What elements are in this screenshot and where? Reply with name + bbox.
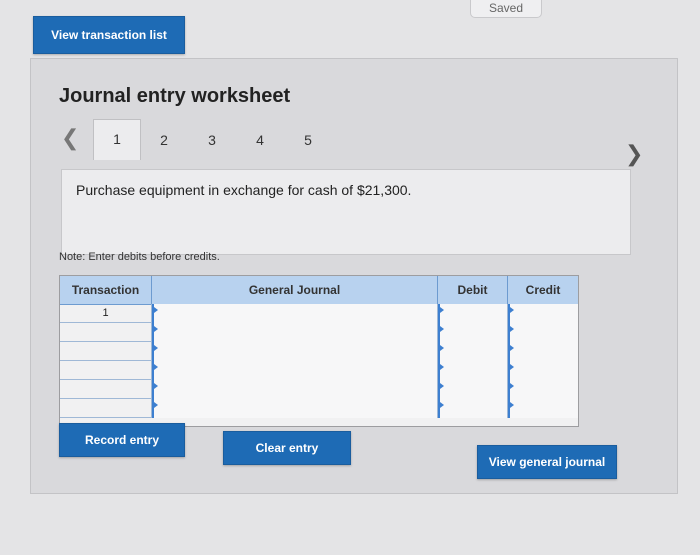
header-general-journal: General Journal [152, 276, 438, 304]
table-row [60, 323, 578, 342]
credit-input[interactable] [508, 342, 578, 361]
table-row [60, 342, 578, 361]
transaction-number-cell [60, 380, 152, 399]
dropdown-indicator-icon [154, 364, 158, 370]
header-transaction: Transaction [60, 276, 152, 304]
table-row [60, 380, 578, 399]
debit-input[interactable] [438, 304, 508, 323]
table-row [60, 399, 578, 418]
entry-note: Note: Enter debits before credits. [59, 251, 220, 263]
pager-tab-1[interactable]: 1 [93, 119, 141, 160]
dropdown-indicator-icon [510, 326, 514, 332]
transaction-description-box: Purchase equipment in exchange for cash … [61, 169, 631, 255]
view-transaction-list-button[interactable]: View transaction list [33, 16, 185, 54]
table-row [60, 361, 578, 380]
pager-tab-3[interactable]: 3 [189, 121, 235, 159]
general-journal-table: Transaction General Journal Debit Credit… [59, 275, 579, 427]
transaction-number-cell: 1 [60, 304, 152, 323]
dropdown-indicator-icon [510, 402, 514, 408]
transaction-description: Purchase equipment in exchange for cash … [76, 182, 412, 198]
debit-input[interactable] [438, 342, 508, 361]
pager-tab-4[interactable]: 4 [237, 121, 283, 159]
debit-input[interactable] [438, 323, 508, 342]
chevron-left-icon[interactable]: ❮ [61, 125, 79, 151]
transaction-number-cell [60, 323, 152, 342]
saved-status-badge: Saved [470, 0, 542, 18]
credit-input[interactable] [508, 399, 578, 418]
dropdown-indicator-icon [440, 345, 444, 351]
credit-input[interactable] [508, 304, 578, 323]
dropdown-indicator-icon [440, 307, 444, 313]
journal-table-header: Transaction General Journal Debit Credit [60, 276, 578, 305]
dropdown-indicator-icon [154, 326, 158, 332]
clear-entry-button[interactable]: Clear entry [223, 431, 351, 465]
dropdown-indicator-icon [510, 307, 514, 313]
account-select[interactable] [152, 399, 438, 418]
transaction-number-cell [60, 342, 152, 361]
record-entry-button[interactable]: Record entry [59, 423, 185, 457]
credit-input[interactable] [508, 323, 578, 342]
dropdown-indicator-icon [440, 383, 444, 389]
account-select[interactable] [152, 304, 438, 323]
dropdown-indicator-icon [154, 383, 158, 389]
transaction-number-cell [60, 361, 152, 380]
view-general-journal-button[interactable]: View general journal [477, 445, 617, 479]
account-select[interactable] [152, 342, 438, 361]
dropdown-indicator-icon [440, 364, 444, 370]
transaction-number-cell [60, 399, 152, 418]
worksheet-title: Journal entry worksheet [59, 85, 291, 107]
account-select[interactable] [152, 323, 438, 342]
dropdown-indicator-icon [510, 383, 514, 389]
pager-tab-5[interactable]: 5 [285, 121, 331, 159]
dropdown-indicator-icon [440, 402, 444, 408]
dropdown-indicator-icon [154, 307, 158, 313]
dropdown-indicator-icon [440, 326, 444, 332]
journal-entry-worksheet-panel: Journal entry worksheet ❮ 1 2 3 4 5 ❯ Pu… [30, 58, 678, 494]
pager-tab-2[interactable]: 2 [141, 121, 187, 159]
dropdown-indicator-icon [510, 364, 514, 370]
header-credit: Credit [525, 283, 561, 297]
credit-input[interactable] [508, 380, 578, 399]
credit-input[interactable] [508, 361, 578, 380]
dropdown-indicator-icon [154, 345, 158, 351]
account-select[interactable] [152, 380, 438, 399]
dropdown-indicator-icon [154, 402, 158, 408]
header-debit: Debit [438, 276, 508, 304]
debit-input[interactable] [438, 399, 508, 418]
chevron-right-icon[interactable]: ❯ [625, 141, 643, 167]
dropdown-indicator-icon [510, 345, 514, 351]
debit-input[interactable] [438, 361, 508, 380]
account-select[interactable] [152, 361, 438, 380]
debit-input[interactable] [438, 380, 508, 399]
table-row: 1 [60, 304, 578, 323]
